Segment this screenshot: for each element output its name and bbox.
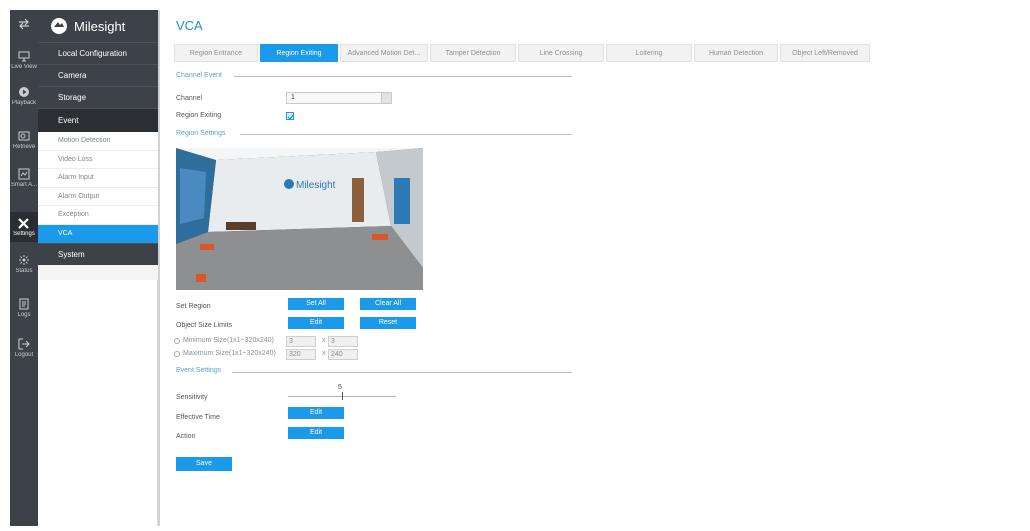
menu-system[interactable]: System: [38, 243, 158, 265]
channel-event-title: Channel Event: [176, 72, 222, 79]
max-size-radio[interactable]: [174, 351, 180, 357]
rail-label: Logout: [14, 352, 34, 358]
rail-item-smart-analysis[interactable]: Smart A...: [10, 168, 38, 189]
settings-tools-icon: [18, 218, 29, 229]
rail-item-playback[interactable]: Playback: [10, 86, 38, 107]
set-all-button[interactable]: Set All: [288, 298, 344, 310]
sidebar-empty-area: [38, 280, 158, 526]
rail-label: Smart A...: [10, 182, 38, 188]
menu-camera[interactable]: Camera: [38, 64, 158, 86]
tab-loitering[interactable]: Loitering: [606, 44, 692, 62]
milesight-logo-icon: [51, 18, 67, 34]
rail-label: Logs: [17, 312, 31, 318]
retrieve-icon: [18, 131, 30, 141]
status-icon: [19, 255, 29, 265]
menu-event[interactable]: Event: [38, 108, 158, 132]
menu-storage[interactable]: Storage: [38, 86, 158, 108]
channel-select-value: 1: [291, 94, 295, 101]
camera-scene-image: Milesight: [176, 148, 423, 290]
tab-region-entrance[interactable]: Region Entrance: [174, 44, 258, 62]
vca-tabs: Region Entrance Region Exiting Advanced …: [174, 44, 872, 62]
chevron-down-icon: [381, 93, 391, 103]
tab-human-detection[interactable]: Human Detection: [694, 44, 778, 62]
app-window: Live View Playback Retrieve Smart A... S…: [0, 0, 1030, 531]
live-view-icon: [18, 51, 30, 62]
object-size-label: Object Size Limits: [176, 322, 233, 329]
min-size-radio[interactable]: [174, 338, 180, 344]
tab-advanced-motion-detection[interactable]: Advanced Motion Det...: [340, 44, 428, 62]
rail-label: Playback: [11, 100, 37, 106]
rail-item-retrieve[interactable]: Retrieve: [10, 130, 38, 151]
action-label: Action: [176, 433, 196, 440]
rail-label: Settings: [13, 231, 35, 237]
object-size-reset-button[interactable]: Reset: [360, 317, 416, 329]
smart-analysis-icon: [18, 168, 30, 180]
rail-label: Retrieve: [12, 144, 36, 150]
rail-item-logs[interactable]: Logs: [10, 298, 38, 319]
submenu-vca[interactable]: VCA: [38, 224, 158, 243]
save-button[interactable]: Save: [176, 457, 232, 471]
sidebar-divider: [158, 10, 160, 526]
rail-label: Live View: [11, 64, 37, 70]
rail-item-live-view[interactable]: Live View: [10, 50, 38, 71]
set-region-label: Set Region: [176, 303, 211, 310]
action-edit-button[interactable]: Edit: [288, 427, 344, 439]
playback-icon: [19, 87, 29, 97]
section-divider: [232, 372, 572, 373]
submenu-video-loss[interactable]: Video Loss: [38, 150, 158, 169]
page-title: VCA: [176, 18, 203, 33]
min-x-separator: x: [322, 337, 326, 344]
camera-preview[interactable]: Milesight: [176, 148, 423, 290]
submenu-exception[interactable]: Exception: [38, 206, 158, 225]
rail-label: Status: [15, 268, 33, 274]
sensitivity-label: Sensitivity: [176, 394, 208, 401]
submenu-alarm-output[interactable]: Alarm Output: [38, 187, 158, 206]
region-exiting-label: Region Exiting: [176, 112, 222, 119]
sensitivity-slider-handle[interactable]: [342, 392, 343, 400]
effective-time-label: Effective Time: [176, 414, 220, 421]
tab-line-crossing[interactable]: Line Crossing: [518, 44, 604, 62]
logs-icon: [19, 298, 29, 310]
min-width-input[interactable]: 3: [286, 336, 316, 347]
object-size-edit-button[interactable]: Edit: [288, 317, 344, 329]
max-height-input[interactable]: 240: [328, 349, 358, 360]
main-content: VCA Region Entrance Region Exiting Advan…: [164, 10, 1024, 526]
transfer-arrows-icon: [19, 18, 29, 30]
section-divider: [234, 76, 572, 77]
effective-time-edit-button[interactable]: Edit: [288, 407, 344, 419]
tab-region-exiting[interactable]: Region Exiting: [260, 44, 338, 62]
rail-item-status[interactable]: Status: [10, 254, 38, 275]
logout-icon: [18, 338, 30, 350]
min-height-input[interactable]: 3: [328, 336, 358, 347]
icon-rail: Live View Playback Retrieve Smart A... S…: [10, 10, 38, 526]
rail-item-logout[interactable]: Logout: [10, 338, 38, 359]
section-divider: [240, 134, 572, 135]
channel-select[interactable]: 1: [286, 92, 392, 104]
sensitivity-value: 5: [338, 384, 342, 391]
submenu-alarm-input[interactable]: Alarm Input: [38, 169, 158, 188]
min-size-label: Minimum Size(1x1~320x240): [183, 337, 274, 344]
tab-object-left-removed[interactable]: Object Left/Removed: [780, 44, 870, 62]
brand: Milesight: [38, 10, 158, 42]
sidebar: Milesight Local Configuration Camera Sto…: [38, 10, 158, 526]
max-x-separator: x: [322, 350, 326, 357]
rail-item-settings[interactable]: Settings: [10, 212, 38, 242]
region-exiting-checkbox[interactable]: [286, 112, 295, 121]
checkmark-icon: [287, 113, 295, 121]
menu-local-configuration[interactable]: Local Configuration: [38, 42, 158, 64]
wall-logo-text: Milesight: [296, 180, 336, 191]
max-size-label: Maximum Size(1x1~320x240): [183, 350, 276, 357]
channel-label: Channel: [176, 95, 203, 102]
region-settings-title: Region Settings: [176, 130, 226, 137]
rail-item-transfer[interactable]: [10, 18, 38, 32]
tab-tamper-detection[interactable]: Tamper Detection: [430, 44, 516, 62]
event-settings-title: Event Settings: [176, 367, 222, 374]
brand-name: Milesight: [74, 18, 126, 34]
submenu-motion-detection[interactable]: Motion Detection: [38, 132, 158, 151]
max-width-input[interactable]: 320: [286, 349, 316, 360]
clear-all-button[interactable]: Clear All: [360, 298, 416, 310]
